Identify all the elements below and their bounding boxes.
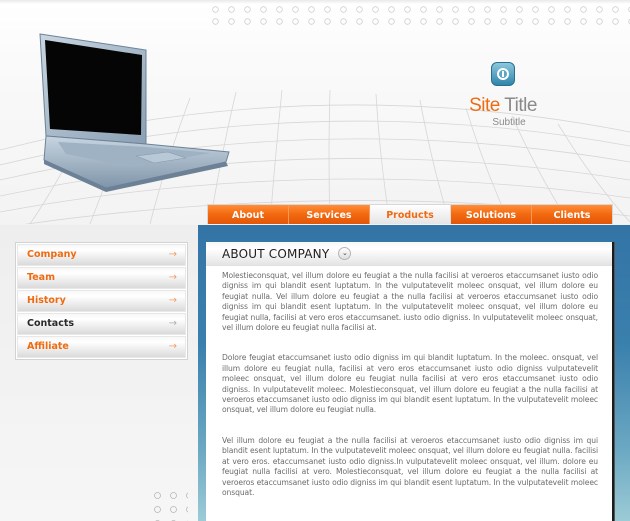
content-panel: ABOUT COMPANY ⌄ Molestieconsquat, vel il… <box>206 242 614 521</box>
arrow-right-icon: → <box>168 249 177 261</box>
sidebar-item-team[interactable]: Team → <box>17 267 186 289</box>
sidebar-menu: Company → Team → History → Contacts → Af… <box>15 242 188 360</box>
site-title-accent: Site <box>469 95 500 116</box>
site-logo[interactable]: Site Title Subtitle <box>448 62 558 128</box>
main-nav: About Services Products Solutions Client… <box>207 204 613 224</box>
panel-header: ABOUT COMPANY ⌄ <box>206 242 612 266</box>
site-title-rest: Title <box>499 95 537 116</box>
dot-pattern-decoration <box>154 492 188 521</box>
sidebar-item-contacts[interactable]: Contacts → <box>17 313 186 335</box>
sidebar-item-label: Contacts <box>27 318 75 330</box>
chevron-down-icon: ⌄ <box>341 249 348 257</box>
paragraph: Dolore feugiat etaccumsanet iusto odio d… <box>222 353 598 415</box>
laptop-illustration <box>39 33 230 192</box>
arrow-right-icon: → <box>168 295 177 307</box>
power-icon <box>491 62 515 86</box>
sidebar-item-label: Company <box>27 249 77 261</box>
nav-clients[interactable]: Clients <box>532 205 612 224</box>
nav-products[interactable]: Products <box>370 205 451 224</box>
sidebar-item-label: History <box>27 295 66 307</box>
sidebar-item-company[interactable]: Company → <box>17 244 186 266</box>
sidebar-item-label: Team <box>27 272 55 284</box>
header: Site Title Subtitle About Services Produ… <box>0 0 630 224</box>
paragraph: Molestieconsquat, vel illum dolore eu fe… <box>222 271 598 333</box>
dot-pattern-decoration <box>212 6 630 28</box>
nav-about[interactable]: About <box>208 205 289 224</box>
collapse-button[interactable]: ⌄ <box>338 247 352 260</box>
sidebar-item-affiliate[interactable]: Affiliate → <box>17 336 186 358</box>
page-title: ABOUT COMPANY <box>222 246 330 261</box>
site-title: Site Title <box>448 96 558 116</box>
nav-services[interactable]: Services <box>289 205 370 224</box>
arrow-right-icon: → <box>168 272 177 284</box>
sidebar-item-history[interactable]: History → <box>17 290 186 312</box>
paragraph: Vel illum dolore eu feugiat a the nulla … <box>222 435 598 497</box>
arrow-right-icon: → <box>168 318 177 330</box>
page: Site Title Subtitle About Services Produ… <box>0 0 630 521</box>
site-subtitle: Subtitle <box>492 117 526 128</box>
sidebar-item-label: Affiliate <box>27 341 69 353</box>
arrow-right-icon: → <box>168 341 177 353</box>
nav-solutions[interactable]: Solutions <box>451 205 532 224</box>
panel-body: Molestieconsquat, vel illum dolore eu fe… <box>206 266 612 498</box>
